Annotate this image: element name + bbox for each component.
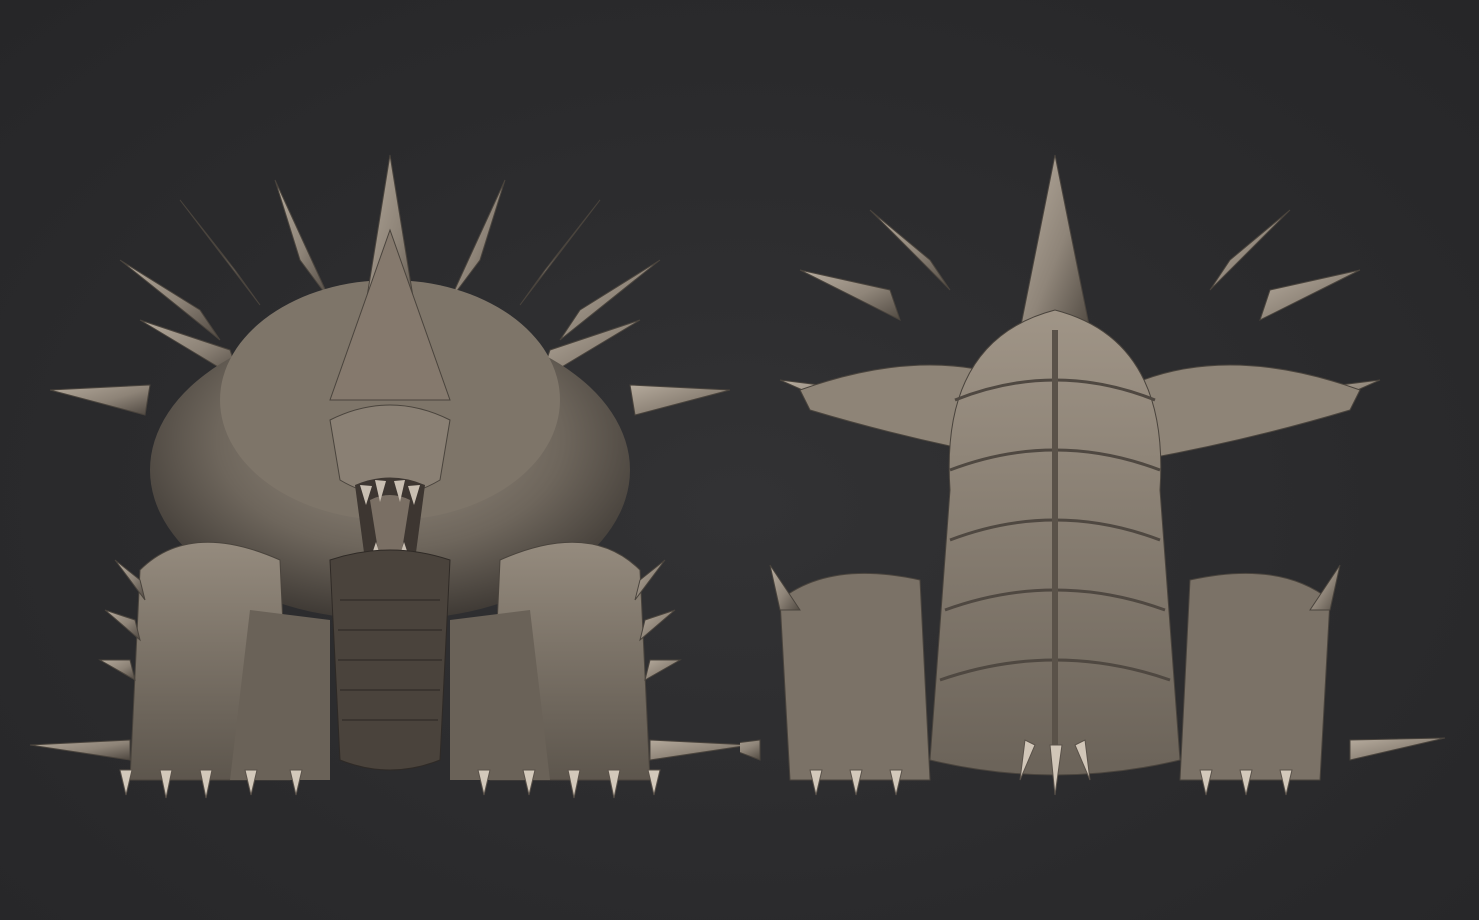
- claws: [119, 769, 661, 799]
- sculpt-front-view: [30, 140, 750, 800]
- creature-back-illustration: [740, 154, 1446, 796]
- creature-front-illustration: [30, 154, 750, 799]
- viewport: [0, 0, 1479, 920]
- crest-spike-back: [1019, 154, 1091, 331]
- right-back-leg: [1179, 572, 1331, 781]
- left-back-leg: [779, 572, 931, 781]
- sculpt-back-view: [740, 140, 1460, 800]
